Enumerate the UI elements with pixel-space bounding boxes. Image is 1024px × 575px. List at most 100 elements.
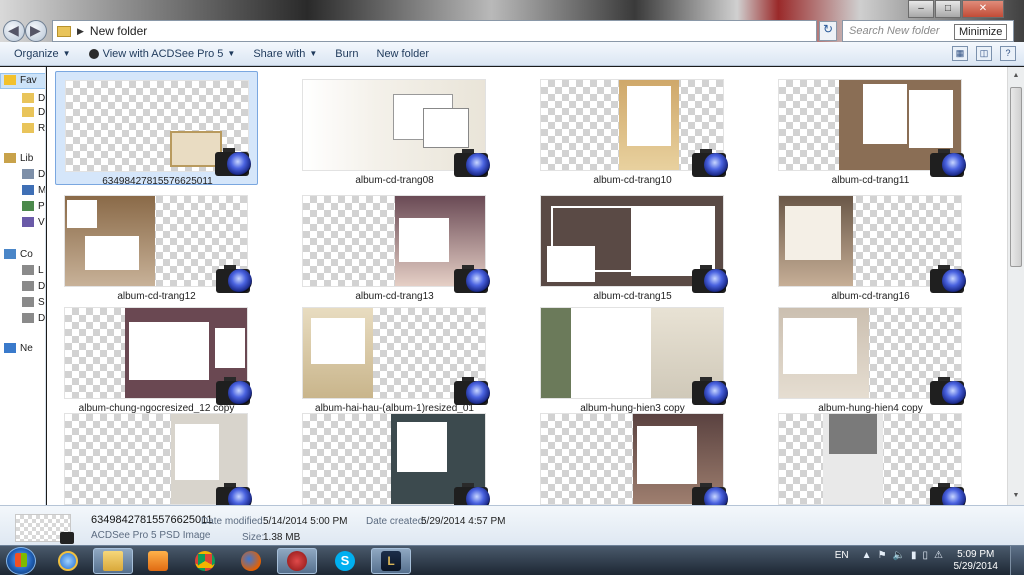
- show-desktop-button[interactable]: [1010, 546, 1024, 575]
- network-icon[interactable]: ▮: [911, 550, 917, 561]
- nav-item-label: L: [38, 264, 44, 276]
- thumbnail-artwork: [85, 236, 139, 270]
- file-tile[interactable]: album-hung-hien3 copy: [531, 299, 734, 414]
- nav-item[interactable]: Lib: [4, 151, 33, 165]
- nav-item[interactable]: R: [22, 121, 45, 135]
- battery-icon[interactable]: ▯: [923, 550, 929, 561]
- thumbnail-artwork: [909, 90, 953, 148]
- nav-item-label: Lib: [20, 152, 34, 164]
- media-player-icon: [148, 551, 168, 571]
- new-folder-button[interactable]: New folder: [368, 42, 439, 66]
- thumbnail-artwork: [175, 424, 219, 480]
- network-icon: [4, 343, 16, 353]
- nav-item-label: R: [38, 122, 46, 134]
- file-tile[interactable]: album-hung-hien10 copy: [293, 405, 496, 505]
- nav-item[interactable]: Ne: [4, 341, 33, 355]
- file-name[interactable]: 634984278155766250​11: [56, 176, 259, 187]
- refresh-button[interactable]: ↻: [819, 21, 837, 41]
- address-bar[interactable]: ▶ New folder: [52, 20, 817, 42]
- flag-icon[interactable]: ⚑: [878, 550, 887, 561]
- nav-item[interactable]: D: [22, 91, 45, 105]
- taskbar-media-player[interactable]: [138, 548, 178, 574]
- file-tile[interactable]: album-cd-trang15: [531, 187, 734, 302]
- burn-button[interactable]: Burn: [326, 42, 367, 66]
- taskbar-firefox[interactable]: [231, 548, 271, 574]
- details-file-name: 634984278155766250​11: [91, 514, 213, 526]
- star-icon: [4, 75, 16, 85]
- file-tile[interactable]: album-cd-trang12: [55, 187, 258, 302]
- thumbnail-artwork: [863, 84, 907, 144]
- taskbar-app[interactable]: [277, 548, 317, 574]
- file-name[interactable]: album-cd-trang08: [293, 175, 496, 186]
- nav-item[interactable]: D: [22, 105, 45, 119]
- file-tile[interactable]: album-hung-hien19 copy: [769, 405, 972, 505]
- refresh-icon: ↻: [822, 22, 834, 36]
- breadcrumb-chevron-icon[interactable]: ▶: [77, 26, 84, 37]
- file-tile[interactable]: 634984278155766250​11: [55, 71, 259, 187]
- taskbar-ie[interactable]: [48, 548, 88, 574]
- date-created-value: 5/29/2014 4:57 PM: [421, 516, 506, 527]
- file-tile[interactable]: album-cd-trang16: [769, 187, 972, 302]
- acdsee-camera-icon: [215, 146, 253, 178]
- taskbar-explorer[interactable]: [93, 548, 133, 574]
- change-view-icon[interactable]: ▦: [952, 46, 968, 61]
- nav-item[interactable]: V: [22, 215, 45, 229]
- preview-pane-icon[interactable]: ◫: [976, 46, 992, 61]
- drive-icon: [22, 265, 34, 275]
- forward-button[interactable]: ▶: [25, 20, 47, 42]
- nav-item[interactable]: P: [22, 199, 45, 213]
- nav-item[interactable]: D: [22, 279, 45, 293]
- thumbnail-artwork: [829, 414, 877, 454]
- taskbar-league[interactable]: L: [371, 548, 411, 574]
- volume-icon[interactable]: 🔈: [893, 550, 905, 561]
- back-button[interactable]: ◀: [3, 20, 25, 42]
- file-tile[interactable]: album-cd-trang10: [531, 71, 734, 186]
- file-tile[interactable]: album-hung-hien4 copy: [769, 299, 972, 414]
- minimize-button[interactable]: –: [908, 0, 934, 18]
- language-indicator[interactable]: EN: [835, 550, 849, 561]
- scroll-up-icon[interactable]: ▲: [1010, 69, 1022, 83]
- file-tile[interactable]: album-cd-trang08: [293, 71, 496, 186]
- scrollbar-thumb[interactable]: [1010, 87, 1022, 267]
- file-tile[interactable]: album-hai-hau-(album-1)resized_01: [293, 299, 496, 414]
- nav-item-label: D: [38, 168, 46, 180]
- folder-icon: [57, 25, 71, 37]
- file-name[interactable]: album-cd-trang11: [769, 175, 972, 186]
- clock[interactable]: 5:09 PM 5/29/2014: [954, 549, 999, 573]
- view-controls: ▦ ◫ ?: [944, 46, 1016, 61]
- vertical-scrollbar[interactable]: ▲ ▼: [1007, 67, 1024, 505]
- help-icon[interactable]: ?: [1000, 46, 1016, 61]
- close-button[interactable]: ✕: [962, 0, 1004, 18]
- scroll-down-icon[interactable]: ▼: [1010, 489, 1022, 503]
- file-tile[interactable]: album-cd-trang11: [769, 71, 972, 186]
- start-button[interactable]: [6, 547, 36, 575]
- nav-item[interactable]: Co: [4, 247, 33, 261]
- warning-icon[interactable]: ⚠: [934, 550, 943, 561]
- drive-icon: [22, 313, 34, 323]
- file-tile[interactable]: album-hung-hien7 copy: [55, 405, 258, 505]
- share-with-button[interactable]: Share with ▼: [244, 42, 326, 66]
- date-created-label: Date created:: [366, 516, 427, 527]
- breadcrumb-current[interactable]: New folder: [90, 24, 147, 38]
- maximize-button[interactable]: □: [935, 0, 961, 18]
- clock-date: 5/29/2014: [953, 561, 999, 572]
- title-bar: ◀ ▶ ▶ New folder ↻ Search New folder – □…: [0, 0, 1024, 42]
- file-tile[interactable]: album-hung-hien15 copy: [531, 405, 734, 505]
- file-name[interactable]: album-cd-trang10: [531, 175, 734, 186]
- acdsee-camera-icon: [454, 481, 492, 505]
- organize-button[interactable]: Organize ▼: [5, 42, 80, 66]
- nav-item[interactable]: M: [22, 183, 45, 197]
- nav-item[interactable]: Fav: [4, 73, 37, 87]
- nav-item[interactable]: D: [22, 311, 45, 325]
- nav-item[interactable]: L: [22, 263, 44, 277]
- navigation-pane: Fav D D R Lib D M P V Co L D S D Ne: [0, 67, 46, 505]
- taskbar-skype[interactable]: S: [325, 548, 365, 574]
- show-hidden-icons-icon[interactable]: ▲: [862, 550, 872, 561]
- view-with-button[interactable]: View with ACDSee Pro 5 ▼: [80, 42, 245, 66]
- file-tile[interactable]: album-chung-ngocresized_12 copy: [55, 299, 258, 414]
- taskbar-chrome[interactable]: [185, 548, 225, 574]
- file-tile[interactable]: album-cd-trang13: [293, 187, 496, 302]
- nav-item[interactable]: S: [22, 295, 45, 309]
- nav-item[interactable]: D: [22, 167, 45, 181]
- acdsee-camera-icon: [692, 481, 730, 505]
